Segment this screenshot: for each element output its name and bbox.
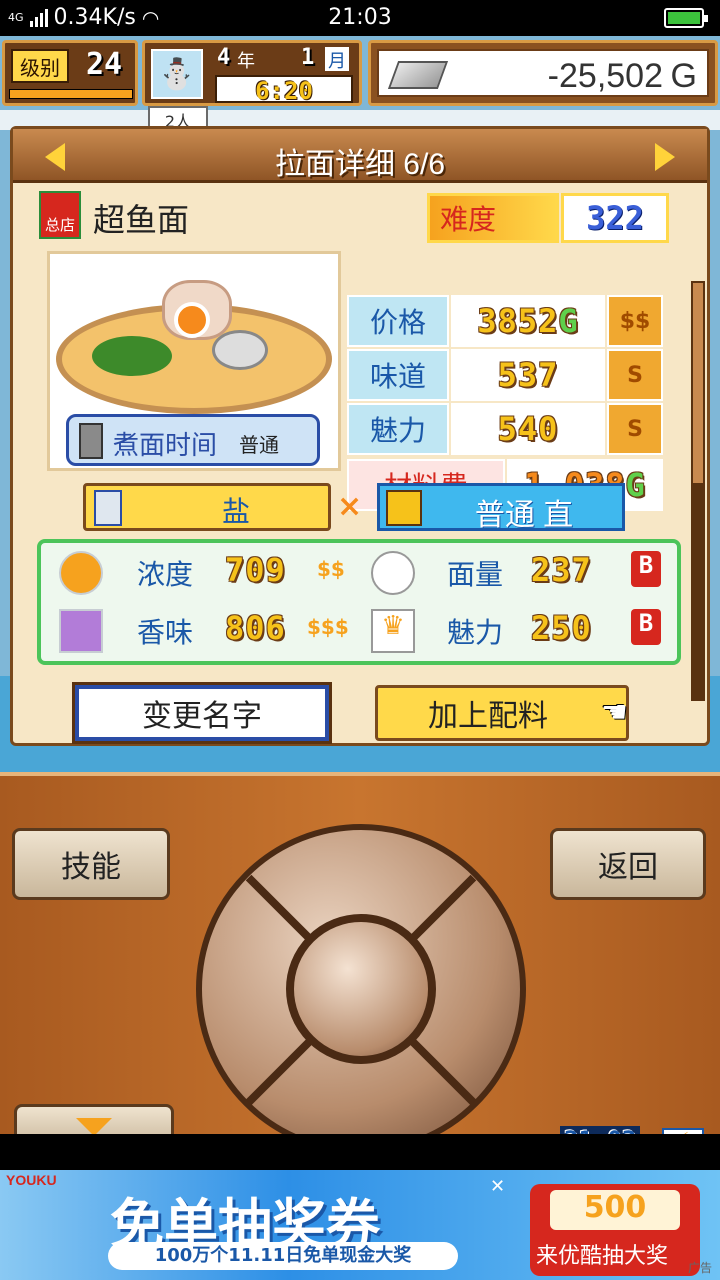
letterbox-bar: [0, 1134, 720, 1170]
attr-charm-label: 魅力: [447, 616, 504, 649]
timer-icon: [79, 423, 103, 459]
green-onion-topping: [92, 336, 172, 376]
difficulty-label: 难度: [427, 193, 559, 243]
next-arrow-icon[interactable]: [655, 143, 675, 171]
clam-topping: [212, 330, 268, 370]
ad-banner[interactable]: YOUKU 免单抽奖券 100万个11.11日免单现金大奖 500 来优酷抽大奖…: [0, 1170, 720, 1280]
noodle-selector[interactable]: 普通 直: [377, 483, 625, 532]
dish-name: 超鱼面: [93, 202, 190, 238]
money-value: -25,502: [547, 57, 663, 95]
pointing-hand-icon: ☚: [601, 695, 628, 730]
year-value: 4: [217, 45, 231, 70]
level-label: 级别: [11, 49, 69, 83]
attr-charm-value: 250: [531, 609, 592, 647]
ad-brand: YOUKU: [6, 1172, 57, 1188]
status-bar: 4G 0.34K/s ◠ 21:03: [0, 0, 720, 36]
level-value: 24: [85, 47, 123, 82]
taste-value: 537: [497, 356, 559, 394]
salt-icon: [94, 490, 122, 526]
price-coin-icon: $$: [607, 295, 663, 347]
price-label: 价格: [347, 295, 449, 347]
attributes-box: 浓度 709 $$ 面量 237 B 香味 806 $$$ ♛ 魅力 250 B: [37, 539, 681, 665]
ad-cta: 来优酷抽大奖: [536, 1244, 669, 1269]
soup-selector[interactable]: 盐: [83, 483, 331, 531]
noodle-label: 普通 直: [474, 499, 574, 532]
cost-unit: G: [625, 466, 646, 504]
silver-bar-icon: [387, 61, 449, 89]
add-topping-button[interactable]: 加上配料: [375, 685, 629, 741]
control-pane: 技能 返回 21:03 ⚡: [0, 772, 720, 1170]
dpad-center-button[interactable]: [286, 914, 436, 1064]
rename-button[interactable]: 变更名字: [72, 682, 332, 744]
shop-badge: 总店: [39, 191, 81, 239]
skills-button[interactable]: 技能: [12, 828, 170, 900]
level-progress-bar: [9, 89, 133, 99]
egg-topping: [174, 302, 210, 338]
taste-value-cell: 537: [451, 349, 605, 401]
price-unit: G: [558, 302, 579, 340]
ad-ticket-value: 500: [550, 1190, 680, 1230]
aroma-icon: [59, 609, 103, 653]
status-time: 21:03: [328, 5, 392, 30]
attr-concentration-coin-icon: $$: [317, 557, 345, 581]
price-value: 3852: [477, 302, 559, 340]
money-display: -25,502 G: [377, 49, 709, 97]
price-value-cell: 3852 G: [451, 295, 605, 347]
charm-value: 540: [497, 410, 559, 448]
year-label: 年: [237, 51, 255, 72]
attr-concentration-value: 709: [225, 551, 286, 589]
charm-value-cell: 540: [451, 403, 605, 455]
taste-coin-icon: S: [607, 349, 663, 401]
month-value: 1: [301, 45, 315, 70]
background-tab: 2人: [148, 106, 208, 131]
scrollbar[interactable]: [691, 281, 705, 701]
date-box: ⛄ 4 年 1 月 6:20: [142, 40, 362, 106]
attr-aroma-label: 香味: [137, 616, 194, 649]
dpad[interactable]: [196, 824, 526, 1154]
cross-symbol: ×: [337, 489, 363, 524]
panel-title: 拉面详细 6/6: [274, 148, 446, 181]
attr-charm-grade: B: [631, 609, 661, 645]
noodle-icon: [386, 490, 422, 526]
attr-portion-value: 237: [531, 551, 592, 589]
charm-label: 魅力: [347, 403, 449, 455]
ad-subline: 100万个11.11日免单现金大奖: [108, 1242, 458, 1270]
ad-tag: 广告: [687, 1261, 712, 1275]
charm-coin-icon: S: [607, 403, 663, 455]
attr-portion-grade: B: [631, 551, 661, 587]
rice-icon: [371, 551, 415, 595]
cook-time-label: 煮面时间: [113, 430, 218, 460]
back-button[interactable]: 返回: [550, 828, 706, 900]
cook-time-box: 煮面时间 普通: [66, 414, 320, 466]
ramen-bowl-image: [56, 280, 332, 414]
attr-aroma-coin-icon: $$$: [307, 615, 349, 639]
level-box: 级别 24: [2, 40, 138, 106]
attr-aroma-value: 806: [225, 609, 286, 647]
season-snowman-icon: ⛄: [151, 49, 203, 99]
crown-icon: ♛: [371, 609, 415, 653]
difficulty-value: 322: [561, 193, 669, 243]
cook-time-value: 普通: [239, 433, 279, 457]
screen: 4G 0.34K/s ◠ 21:03 2人 级别 24 ⛄ 4 年 1 月 6:…: [0, 0, 720, 1280]
ramen-detail-panel: 拉面详细 6/6 总店 超鱼面 难度 322 煮面时间 普通 价格 3852 G…: [10, 126, 710, 746]
money-unit: G: [670, 57, 697, 95]
ad-ticket-image: 500 来优酷抽大奖: [530, 1184, 700, 1276]
attr-portion-label: 面量: [447, 558, 504, 591]
sun-icon: [59, 551, 103, 595]
soup-label: 盐: [221, 495, 250, 528]
panel-titlebar: 拉面详细 6/6: [13, 129, 707, 183]
month-label: 月: [325, 47, 349, 72]
ad-close-icon[interactable]: ✕: [490, 1176, 505, 1197]
money-box: -25,502 G: [368, 40, 718, 106]
battery-icon: [664, 8, 708, 28]
attr-concentration-label: 浓度: [137, 558, 194, 591]
game-area: 2人 级别 24 ⛄ 4 年 1 月 6:20 -25,502 G 拉面详细 6…: [0, 36, 720, 1170]
dish-image-frame: 煮面时间 普通: [47, 251, 341, 471]
game-clock-display: 6:20: [215, 75, 353, 105]
taste-label: 味道: [347, 349, 449, 401]
